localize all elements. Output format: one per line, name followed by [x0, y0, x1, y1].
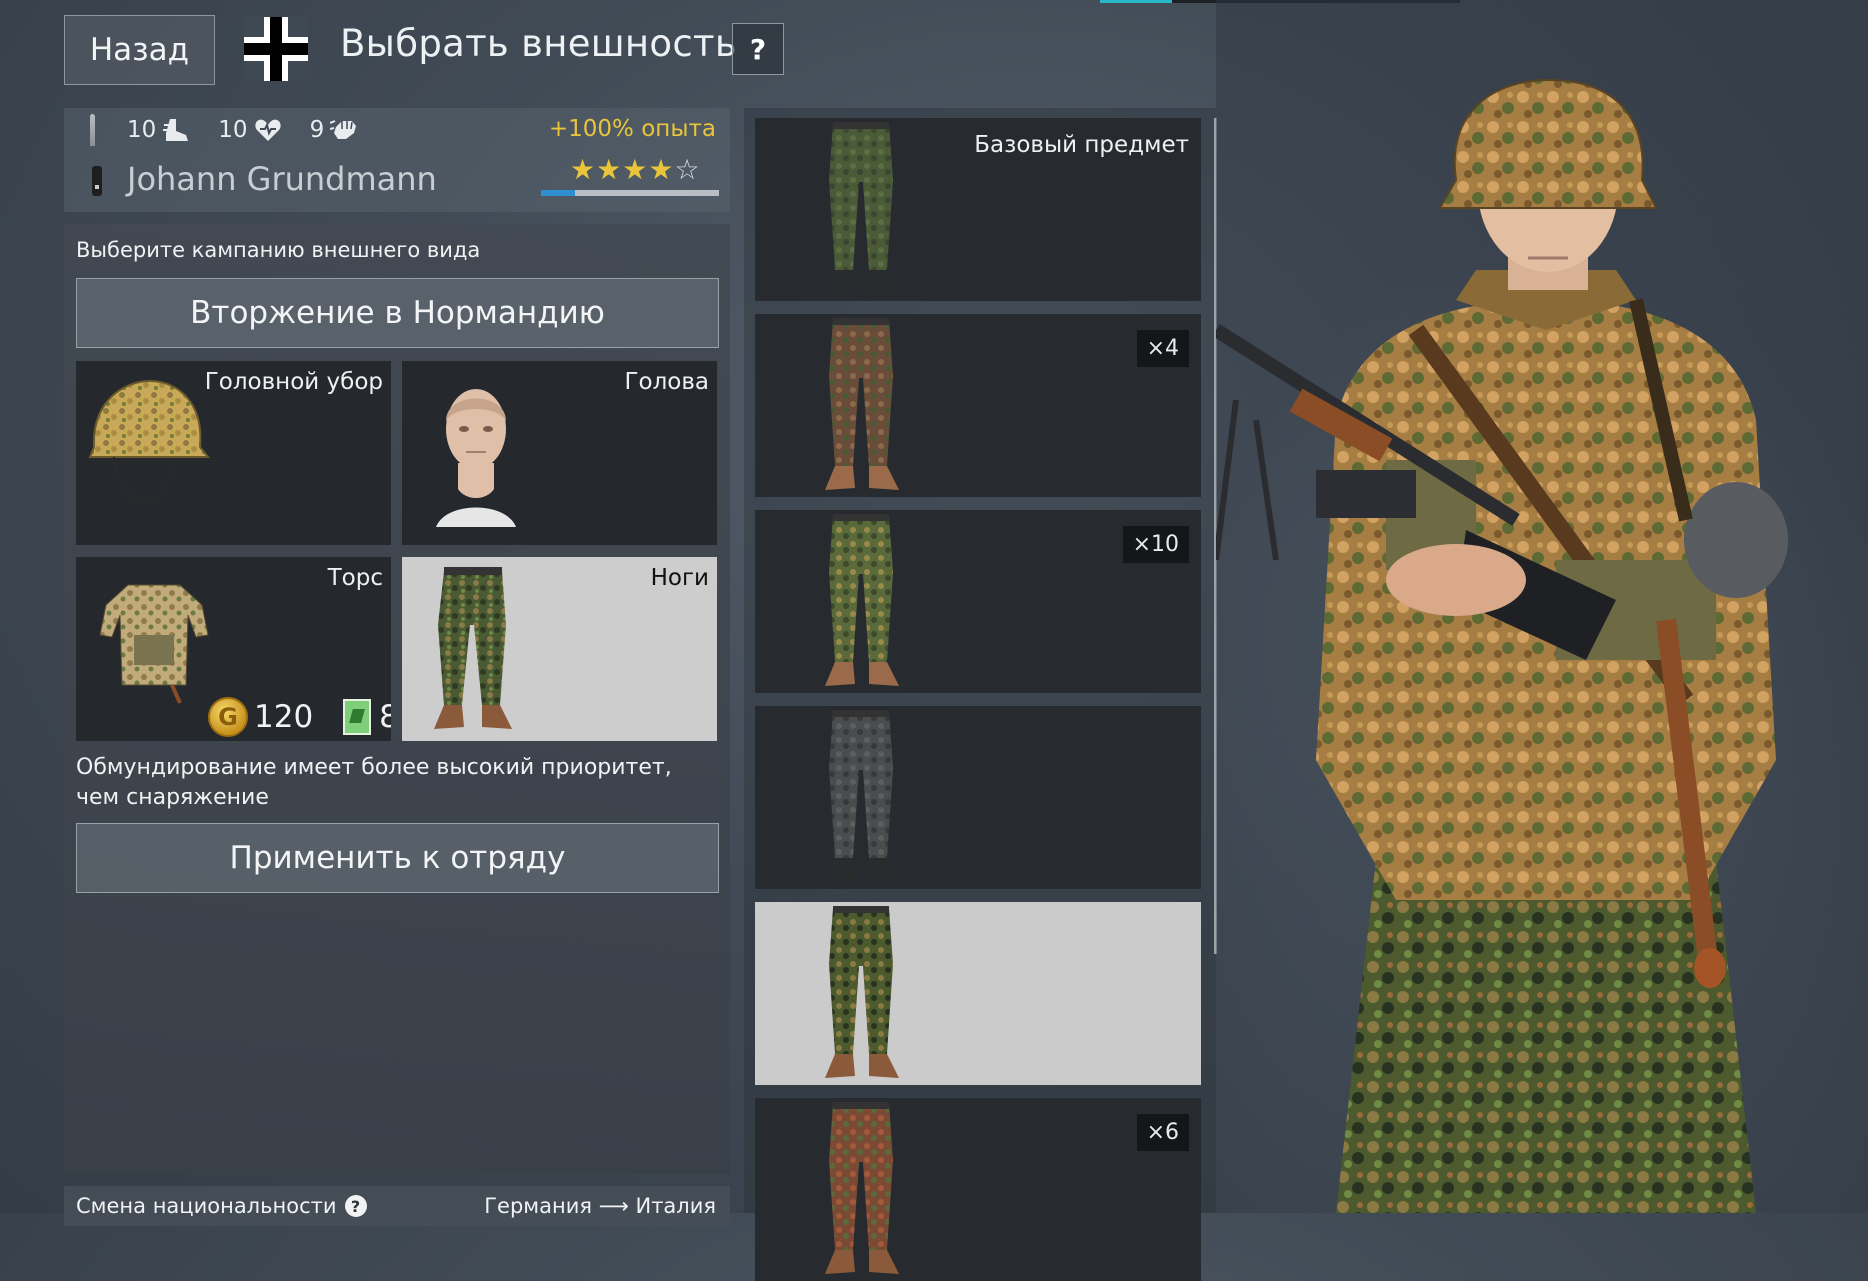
page-title: Выбрать внешность	[340, 22, 737, 65]
priority-note: Обмундирование имеет более высокий приор…	[76, 755, 672, 810]
soldier-rating: ★ ★ ★ ★ ☆	[570, 156, 700, 184]
campaign-select-button[interactable]: Вторжение в Нормандию	[76, 278, 719, 348]
slot-head[interactable]: Голова	[402, 361, 717, 545]
nationality-value: Германия ⟶ Италия	[484, 1194, 716, 1218]
xp-progress-bar	[541, 190, 719, 196]
heart-icon	[254, 119, 281, 141]
legs-item[interactable]: ×10	[755, 510, 1201, 693]
nationality-change-row[interactable]: Смена национальности ? Германия ⟶ Италия	[64, 1186, 730, 1226]
trousers-image	[825, 514, 899, 686]
torso-price: G 120 8	[208, 697, 391, 737]
soldier-name: Johann Grundmann	[127, 160, 437, 198]
slot-legs[interactable]: Ноги	[402, 557, 717, 741]
balkenkreuz-icon	[244, 17, 308, 81]
appearance-ticket-icon	[343, 699, 372, 735]
exp-bonus: +100% опыта	[548, 116, 716, 142]
head-image	[436, 389, 516, 527]
legs-item[interactable]: ×6	[755, 1098, 1201, 1281]
star-filled-icon: ★	[622, 153, 648, 186]
campaign-label: Выберите кампанию внешнего вида	[76, 238, 481, 262]
apply-to-squad-button[interactable]: Применить к отряду	[76, 823, 719, 893]
trousers-image	[825, 710, 899, 882]
appearance-panel: Выберите кампанию внешнего вида Вторжени…	[64, 224, 730, 1174]
soldier-stats: 10 10 9	[90, 114, 358, 146]
trousers-image	[825, 318, 899, 490]
stat-value-agility: 10	[127, 117, 157, 143]
slot-label: Ноги	[650, 565, 709, 591]
star-empty-icon: ☆	[674, 153, 700, 186]
back-button[interactable]: Назад	[64, 15, 215, 85]
soldier-card[interactable]: 10 10 9 +100% опыта Johann Grundmann ★ ★ ★…	[64, 108, 730, 212]
fist-icon	[330, 120, 357, 139]
ticket-price: 8	[379, 699, 391, 735]
slot-label: Головной убор	[204, 369, 383, 395]
boot-icon	[163, 119, 189, 141]
nationality-label-text: Смена национальности	[76, 1194, 337, 1218]
gold-price: 120	[254, 699, 314, 735]
help-button[interactable]: ?	[732, 23, 784, 75]
item-count-badge: ×4	[1136, 330, 1189, 367]
star-filled-icon: ★	[596, 153, 622, 186]
character-preview[interactable]	[1216, 0, 1868, 1213]
item-count-badge: ×6	[1136, 1114, 1189, 1151]
item-tag: Базовый предмет	[974, 132, 1189, 158]
torso-image	[99, 584, 209, 704]
item-count-badge: ×10	[1122, 526, 1189, 563]
legs-item-list[interactable]: Базовый предмет ×4 ×10 ×6	[744, 108, 1216, 1281]
nationality-label: Смена национальности ?	[76, 1194, 367, 1218]
helmet-image	[88, 379, 211, 503]
gold-coin-icon: G	[208, 697, 248, 737]
rank-icon	[92, 166, 102, 196]
legs-image	[434, 567, 512, 729]
star-filled-icon: ★	[648, 153, 674, 186]
help-circle-icon[interactable]: ?	[344, 1195, 367, 1217]
slot-label: Голова	[624, 369, 709, 395]
slot-headgear[interactable]: Головной убор	[76, 361, 391, 545]
star-filled-icon: ★	[570, 153, 596, 186]
legs-item[interactable]: Базовый предмет	[755, 118, 1201, 301]
legs-item[interactable]	[755, 706, 1201, 889]
slot-torso[interactable]: Торс G 120 8	[76, 557, 391, 741]
slot-label: Торс	[327, 565, 383, 591]
trousers-image	[825, 906, 899, 1078]
trousers-image	[825, 1102, 899, 1274]
bullet-icon	[90, 114, 95, 146]
trousers-image	[825, 122, 899, 294]
legs-item[interactable]: ×4	[755, 314, 1201, 497]
stat-value-health: 10	[218, 117, 248, 143]
stat-value-strength: 9	[309, 117, 325, 143]
legs-item[interactable]	[755, 902, 1201, 1085]
